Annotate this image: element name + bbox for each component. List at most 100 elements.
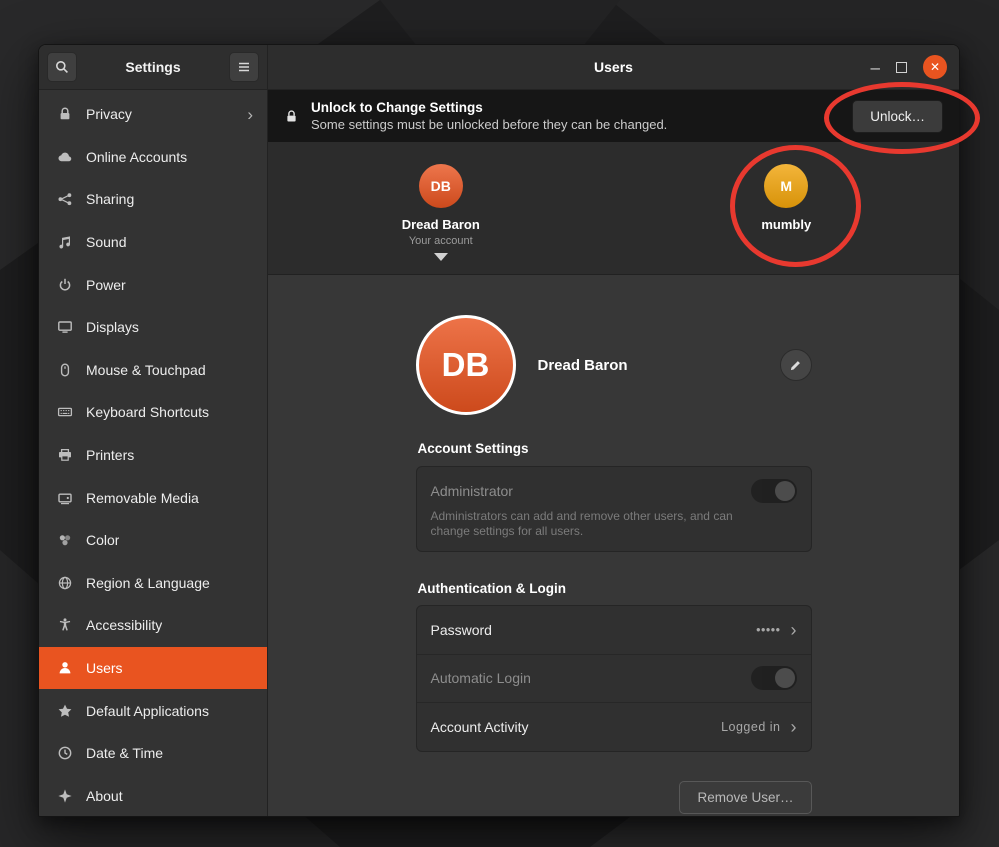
chevron-right-icon: › bbox=[791, 621, 797, 639]
edit-name-button[interactable] bbox=[780, 349, 812, 381]
menu-button[interactable] bbox=[229, 52, 259, 82]
sidebar-item-power[interactable]: Power bbox=[39, 263, 267, 306]
sidebar-item-label: Accessibility bbox=[86, 617, 162, 633]
remove-user-row: Remove User… bbox=[416, 781, 812, 814]
mouse-icon bbox=[57, 362, 73, 378]
avatar-mumbly: M bbox=[764, 164, 808, 208]
auth-row-label: Password bbox=[431, 622, 747, 638]
sidebar-item-accessibility[interactable]: Accessibility bbox=[39, 604, 267, 647]
toggle-switch[interactable] bbox=[751, 666, 797, 690]
color-icon bbox=[57, 532, 73, 548]
app-title: Settings bbox=[83, 59, 223, 75]
auth-row-value: Logged in bbox=[721, 720, 780, 734]
user-card-name: Dread Baron bbox=[402, 217, 480, 232]
hamburger-icon bbox=[236, 59, 252, 75]
sidebar-item-region-language[interactable]: Region & Language bbox=[39, 562, 267, 605]
sidebar-item-color[interactable]: Color bbox=[39, 519, 267, 562]
row-automatic-login[interactable]: Automatic Login bbox=[417, 654, 811, 703]
unlock-banner: Unlock to Change Settings Some settings … bbox=[268, 90, 959, 142]
sidebar-list: Privacy › Online Accounts Sharing Sound … bbox=[39, 90, 267, 817]
profile-row: DB Dread Baron bbox=[416, 315, 812, 415]
share-icon bbox=[57, 191, 73, 207]
printer-icon bbox=[57, 447, 73, 463]
sidebar-item-label: Users bbox=[86, 660, 123, 676]
lock-icon bbox=[284, 109, 299, 124]
sidebar-item-label: About bbox=[86, 788, 123, 804]
sidebar-item-online-accounts[interactable]: Online Accounts bbox=[39, 136, 267, 179]
unlock-banner-subtitle: Some settings must be unlocked before th… bbox=[311, 117, 667, 132]
row-password[interactable]: Password ••••• › bbox=[417, 606, 811, 654]
administrator-toggle[interactable] bbox=[751, 479, 797, 503]
auth-row-label: Automatic Login bbox=[431, 670, 741, 686]
sound-icon bbox=[57, 234, 73, 250]
sidebar-item-label: Date & Time bbox=[86, 745, 163, 761]
sidebar-item-about[interactable]: About bbox=[39, 775, 267, 818]
sidebar-item-removable-media[interactable]: Removable Media bbox=[39, 476, 267, 519]
sidebar-item-label: Color bbox=[86, 532, 119, 548]
search-button[interactable] bbox=[47, 52, 77, 82]
row-account-activity[interactable]: Account Activity Logged in › bbox=[417, 702, 811, 751]
maximize-button[interactable] bbox=[896, 62, 907, 73]
pencil-icon bbox=[789, 358, 803, 372]
sidebar-item-mouse-touchpad[interactable]: Mouse & Touchpad bbox=[39, 349, 267, 392]
about-icon bbox=[57, 788, 73, 804]
avatar-dread-baron: DB bbox=[419, 164, 463, 208]
lock-icon bbox=[57, 106, 73, 122]
sidebar-item-sound[interactable]: Sound bbox=[39, 221, 267, 264]
star-icon bbox=[57, 703, 73, 719]
chevron-right-icon: › bbox=[791, 718, 797, 736]
administrator-row: Administrator bbox=[431, 479, 797, 503]
globe-icon bbox=[57, 575, 73, 591]
user-card-mumbly[interactable]: M mumbly bbox=[614, 142, 960, 274]
auth-row-label: Account Activity bbox=[431, 719, 712, 735]
account-settings-heading: Account Settings bbox=[418, 441, 812, 456]
auth-card: Password ••••• › Automatic Login Account… bbox=[416, 605, 812, 752]
settings-window: Settings Privacy › Online Accounts Shari… bbox=[38, 44, 960, 817]
close-button[interactable]: ✕ bbox=[923, 55, 947, 79]
sidebar-item-displays[interactable]: Displays bbox=[39, 306, 267, 349]
content-column: DB Dread Baron Account Settings Administ… bbox=[416, 275, 812, 816]
remove-user-button[interactable]: Remove User… bbox=[679, 781, 811, 814]
window-controls: – ✕ bbox=[871, 45, 947, 89]
user-carousel: DB Dread Baron Your account M mumbly bbox=[268, 142, 959, 275]
main-panel: Users – ✕ Unlock to Change Settings Some… bbox=[268, 45, 959, 816]
power-icon bbox=[57, 277, 73, 293]
sidebar-item-users[interactable]: Users bbox=[39, 647, 267, 690]
sidebar-item-label: Online Accounts bbox=[86, 149, 187, 165]
sidebar-item-printers[interactable]: Printers bbox=[39, 434, 267, 477]
sidebar-item-label: Sound bbox=[86, 234, 126, 250]
keyboard-icon bbox=[57, 404, 73, 420]
sidebar: Settings Privacy › Online Accounts Shari… bbox=[39, 45, 268, 816]
minimize-button[interactable]: – bbox=[871, 59, 880, 76]
sidebar-item-label: Keyboard Shortcuts bbox=[86, 404, 209, 420]
sidebar-item-label: Privacy bbox=[86, 106, 132, 122]
user-card-subtitle: Your account bbox=[409, 235, 473, 247]
sidebar-item-label: Removable Media bbox=[86, 490, 199, 506]
display-icon bbox=[57, 319, 73, 335]
cloud-icon bbox=[57, 149, 73, 165]
accessibility-icon bbox=[57, 617, 73, 633]
sidebar-header: Settings bbox=[39, 45, 267, 90]
media-icon bbox=[57, 490, 73, 506]
user-card-dread-baron[interactable]: DB Dread Baron Your account bbox=[268, 142, 614, 274]
unlock-banner-title: Unlock to Change Settings bbox=[311, 100, 667, 115]
clock-icon bbox=[57, 745, 73, 761]
administrator-label: Administrator bbox=[431, 483, 751, 499]
auth-row-value: ••••• bbox=[756, 623, 780, 637]
toggle-knob bbox=[775, 668, 795, 688]
profile-avatar[interactable]: DB bbox=[416, 315, 516, 415]
sidebar-item-date-time[interactable]: Date & Time bbox=[39, 732, 267, 775]
users-icon bbox=[57, 660, 73, 676]
sidebar-item-label: Sharing bbox=[86, 191, 134, 207]
sidebar-item-keyboard-shortcuts[interactable]: Keyboard Shortcuts bbox=[39, 391, 267, 434]
administrator-card: Administrator Administrators can add and… bbox=[416, 466, 812, 552]
sidebar-item-privacy[interactable]: Privacy › bbox=[39, 93, 267, 136]
page-title: Users bbox=[594, 59, 633, 75]
sidebar-item-default-applications[interactable]: Default Applications bbox=[39, 689, 267, 732]
administrator-description: Administrators can add and remove other … bbox=[431, 509, 736, 539]
authentication-heading: Authentication & Login bbox=[418, 581, 812, 596]
sidebar-item-sharing[interactable]: Sharing bbox=[39, 178, 267, 221]
profile-name: Dread Baron bbox=[538, 357, 780, 374]
unlock-button[interactable]: Unlock… bbox=[852, 100, 943, 133]
sidebar-item-label: Default Applications bbox=[86, 703, 209, 719]
